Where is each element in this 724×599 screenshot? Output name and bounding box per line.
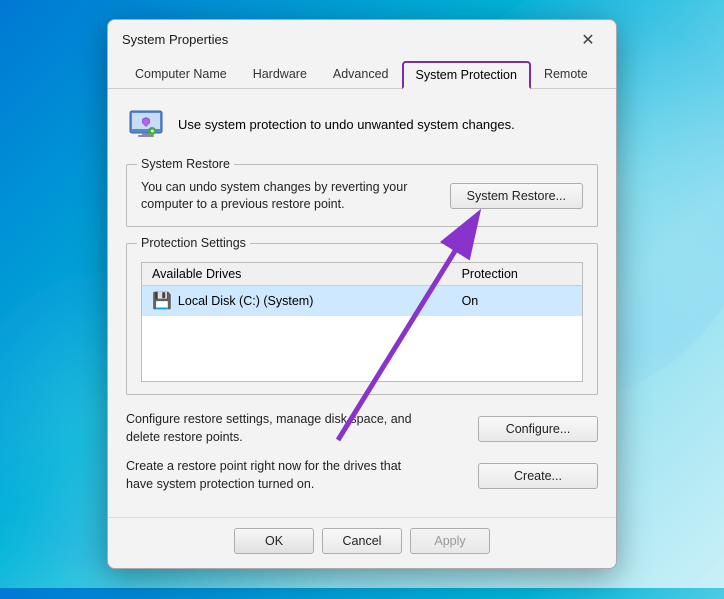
drive-icon: 💾 [152,291,172,311]
apply-button: Apply [410,528,490,554]
top-description-row: Use system protection to undo unwanted s… [126,103,598,146]
system-restore-button[interactable]: System Restore... [450,183,583,209]
system-restore-section: System Restore You can undo system chang… [126,164,598,227]
table-row[interactable]: 💾 Local Disk (C:) (System) On [142,285,583,316]
dialog-content: Use system protection to undo unwanted s… [108,89,616,518]
configure-description: Configure restore settings, manage disk … [126,411,416,446]
system-protection-icon [126,103,166,146]
create-button[interactable]: Create... [478,463,598,489]
system-restore-label: System Restore [137,157,234,171]
tab-hardware[interactable]: Hardware [240,61,320,89]
tab-bar: Computer Name Hardware Advanced System P… [108,56,616,89]
table-empty-row-1 [142,316,583,338]
configure-button[interactable]: Configure... [478,416,598,442]
cancel-button[interactable]: Cancel [322,528,402,554]
protection-settings-section: Protection Settings Available Drives Pro… [126,243,598,396]
drive-name-cell: 💾 Local Disk (C:) (System) [142,285,452,316]
title-bar: System Properties ✕ [108,20,616,56]
top-description-text: Use system protection to undo unwanted s… [178,117,515,132]
system-properties-dialog: System Properties ✕ Computer Name Hardwa… [107,19,617,570]
tab-advanced[interactable]: Advanced [320,61,402,89]
table-empty-row-3 [142,360,583,382]
footer-buttons: OK Cancel Apply [108,517,616,568]
system-restore-description: You can undo system changes by reverting… [141,179,421,214]
tab-system-protection[interactable]: System Protection [402,61,531,89]
protection-settings-label: Protection Settings [137,236,250,250]
shield-monitor-svg [126,103,166,143]
table-empty-row-2 [142,338,583,360]
close-button[interactable]: ✕ [574,30,602,50]
col-protection: Protection [452,262,583,285]
system-restore-row: You can undo system changes by reverting… [141,175,583,214]
create-row: Create a restore point right now for the… [126,458,598,493]
tab-computer-name[interactable]: Computer Name [122,61,240,89]
create-description: Create a restore point right now for the… [126,458,416,493]
protection-table: Available Drives Protection 💾 Local Disk… [141,262,583,383]
col-available-drives: Available Drives [142,262,452,285]
dialog-title: System Properties [122,32,228,47]
tab-remote[interactable]: Remote [531,61,601,89]
ok-button[interactable]: OK [234,528,314,554]
protection-status-cell: On [452,285,583,316]
configure-row: Configure restore settings, manage disk … [126,411,598,446]
